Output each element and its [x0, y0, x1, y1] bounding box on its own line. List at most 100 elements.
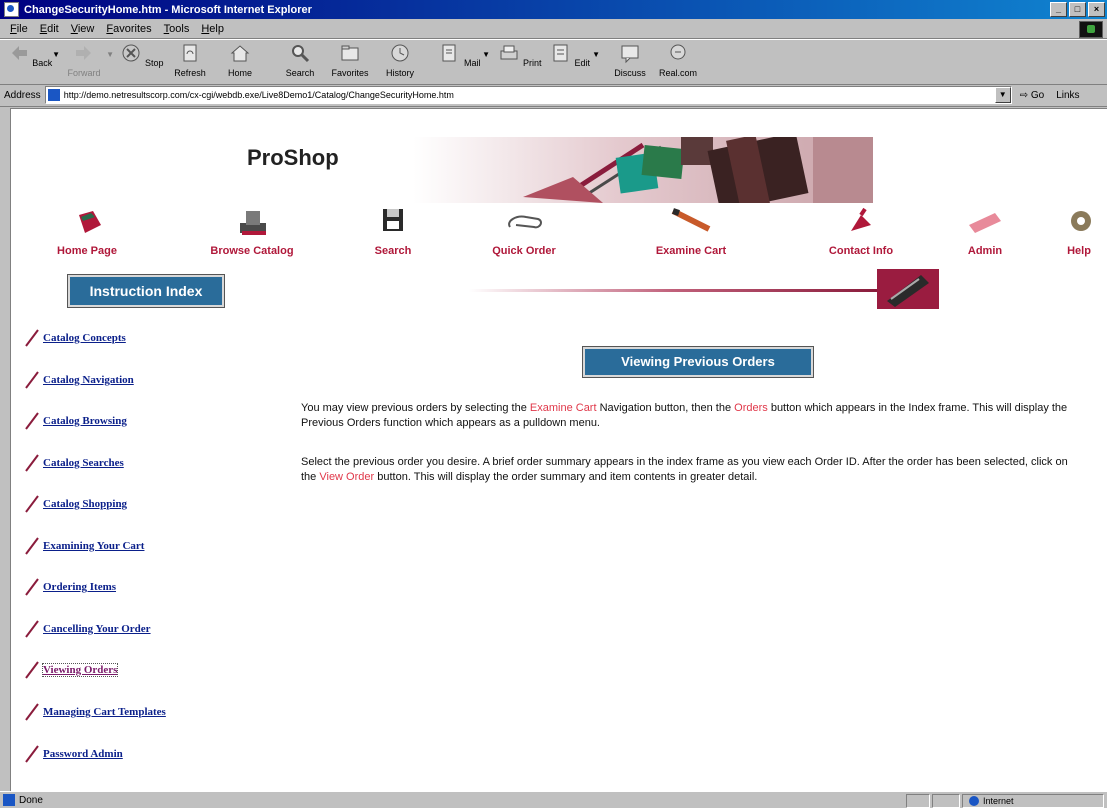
- nav-admin[interactable]: Admin: [955, 205, 1015, 257]
- menu-tools[interactable]: Tools: [164, 23, 190, 35]
- home-button[interactable]: Home: [216, 42, 264, 78]
- search-icon: [292, 45, 310, 63]
- forward-button[interactable]: Forward ▼: [60, 42, 114, 78]
- back-button[interactable]: Back ▼: [6, 42, 60, 68]
- banner-image: [413, 137, 873, 203]
- nav-search[interactable]: Search: [363, 205, 423, 257]
- status-panel: [932, 794, 960, 808]
- nav-admin-label: Admin: [967, 245, 1003, 257]
- page-viewport: ProShop Home Page Browse Catalog Search …: [10, 108, 1107, 791]
- page-status-icon: [3, 794, 15, 806]
- pencil-bullet-icon: [25, 661, 39, 679]
- discuss-button[interactable]: Discuss: [606, 42, 654, 78]
- pencil-bullet-icon: [25, 454, 39, 472]
- side-link-password-admin[interactable]: Password Admin: [25, 745, 123, 763]
- nav-contact-info-label: Contact Info: [828, 245, 894, 257]
- mail-button[interactable]: Mail ▼: [436, 42, 490, 68]
- realcom-button[interactable]: Real.com: [654, 42, 702, 78]
- side-link-cancelling-your-order[interactable]: Cancelling Your Order: [25, 620, 151, 638]
- search-button[interactable]: Search: [276, 42, 324, 78]
- security-zone: Internet: [962, 794, 1104, 808]
- internet-globe-icon: [969, 796, 979, 806]
- nav-help[interactable]: Help: [1057, 205, 1101, 257]
- nav-search-label: Search: [374, 245, 412, 257]
- paragraph-1: You may view previous orders by selectin…: [301, 401, 1081, 431]
- nav-home-page-label: Home Page: [57, 245, 117, 257]
- nav-home-page[interactable]: Home Page: [47, 205, 127, 257]
- menu-edit[interactable]: Edit: [40, 23, 59, 35]
- menu-view[interactable]: View: [71, 23, 95, 35]
- instruction-index-header: Instruction Index: [67, 274, 225, 308]
- nav-browse-catalog-label: Browse Catalog: [210, 245, 294, 257]
- menu-bar: File Edit View Favorites Tools Help: [0, 19, 1107, 39]
- examine-cart-highlight: Examine Cart: [529, 402, 597, 414]
- stop-button[interactable]: Stop: [118, 42, 166, 68]
- address-label: Address: [4, 89, 41, 101]
- go-label: Go: [1030, 89, 1045, 101]
- pencil-bullet-icon: [25, 412, 39, 430]
- paragraph-2: Select the previous order you desire. A …: [301, 455, 1081, 485]
- toolbar: Back ▼ Forward ▼ Stop Refresh Home Search …: [0, 39, 1107, 85]
- address-url: http://demo.netresultscorp.com/cx-cgi/we…: [63, 90, 454, 100]
- page-icon: [47, 89, 60, 101]
- discuss-icon: [621, 45, 639, 64]
- maximize-button[interactable]: □: [1069, 2, 1086, 17]
- nav-quick-order[interactable]: Quick Order: [479, 205, 569, 257]
- minimize-button[interactable]: _: [1050, 2, 1067, 17]
- para2-text-b: button. This will display the order summ…: [374, 471, 758, 483]
- nav-quick-order-label: Quick Order: [492, 245, 556, 257]
- links-button[interactable]: Links: [1056, 90, 1079, 101]
- pencil-bullet-icon: [25, 371, 39, 389]
- address-input[interactable]: http://demo.netresultscorp.com/cx-cgi/we…: [44, 86, 1012, 104]
- nav-contact-info[interactable]: Contact Info: [811, 205, 911, 257]
- window-title-bar: ChangeSecurityHome.htm - Microsoft Inter…: [0, 0, 1107, 19]
- favorites-button[interactable]: Favorites: [326, 42, 374, 78]
- edit-button[interactable]: Edit ▼: [546, 42, 600, 68]
- nav-help-label: Help: [1067, 245, 1091, 257]
- status-bar: Done Internet: [0, 791, 1107, 808]
- print-button[interactable]: Print: [496, 42, 544, 68]
- side-link-ordering-items[interactable]: Ordering Items: [25, 578, 116, 596]
- status-text: Done: [19, 794, 43, 806]
- side-link-catalog-searches[interactable]: Catalog Searches: [25, 454, 124, 472]
- paperclip-icon: [508, 215, 542, 229]
- zone-label: Internet: [983, 796, 1014, 806]
- menu-help[interactable]: Help: [201, 23, 224, 35]
- nav-examine-cart[interactable]: Examine Cart: [641, 205, 741, 257]
- nav-browse-catalog[interactable]: Browse Catalog: [197, 205, 307, 257]
- real-com-icon: [670, 44, 686, 60]
- go-button[interactable]: ⇨ Go: [1020, 90, 1045, 101]
- menu-file[interactable]: File: [10, 23, 28, 35]
- refresh-button[interactable]: Refresh: [166, 42, 214, 78]
- para1-text-b: Navigation button, then the: [596, 402, 735, 414]
- side-link-catalog-shopping[interactable]: Catalog Shopping: [25, 495, 127, 513]
- side-link-catalog-browsing[interactable]: Catalog Browsing: [25, 412, 127, 430]
- address-dropdown-button[interactable]: ▼: [994, 87, 1011, 103]
- stapler-icon: [240, 211, 266, 235]
- side-link-examining-your-cart[interactable]: Examining Your Cart: [25, 537, 144, 555]
- pencil-bullet-icon: [25, 537, 39, 555]
- pencil-icon: [671, 208, 711, 232]
- view-order-highlight: View Order: [319, 471, 375, 483]
- favorites-folder-icon: [341, 45, 359, 61]
- pencil-bullet-icon: [25, 620, 39, 638]
- section-title: Viewing Previous Orders: [582, 346, 814, 378]
- eraser-icon: [969, 213, 1001, 233]
- nav-examine-cart-label: Examine Cart: [655, 245, 727, 257]
- menu-favorites[interactable]: Favorites: [106, 23, 151, 35]
- banner-graphic: [523, 137, 873, 203]
- side-link-catalog-concepts[interactable]: Catalog Concepts: [25, 329, 126, 347]
- ie-page-icon: [4, 2, 19, 17]
- back-arrow-icon: [11, 46, 27, 60]
- pencil-bullet-icon: [25, 745, 39, 763]
- decorative-divider: [469, 289, 877, 292]
- print-icon: [500, 45, 518, 60]
- para1-text-a: You may view previous orders by selectin…: [301, 402, 530, 414]
- side-link-viewing-orders[interactable]: Viewing Orders: [25, 661, 119, 679]
- side-link-managing-cart-templates[interactable]: Managing Cart Templates: [25, 703, 166, 721]
- windows-logo-icon: [1079, 21, 1103, 38]
- history-button[interactable]: History: [376, 42, 424, 78]
- pencil-bullet-icon: [25, 329, 39, 347]
- side-link-catalog-navigation[interactable]: Catalog Navigation: [25, 371, 134, 389]
- close-button[interactable]: ×: [1088, 2, 1105, 17]
